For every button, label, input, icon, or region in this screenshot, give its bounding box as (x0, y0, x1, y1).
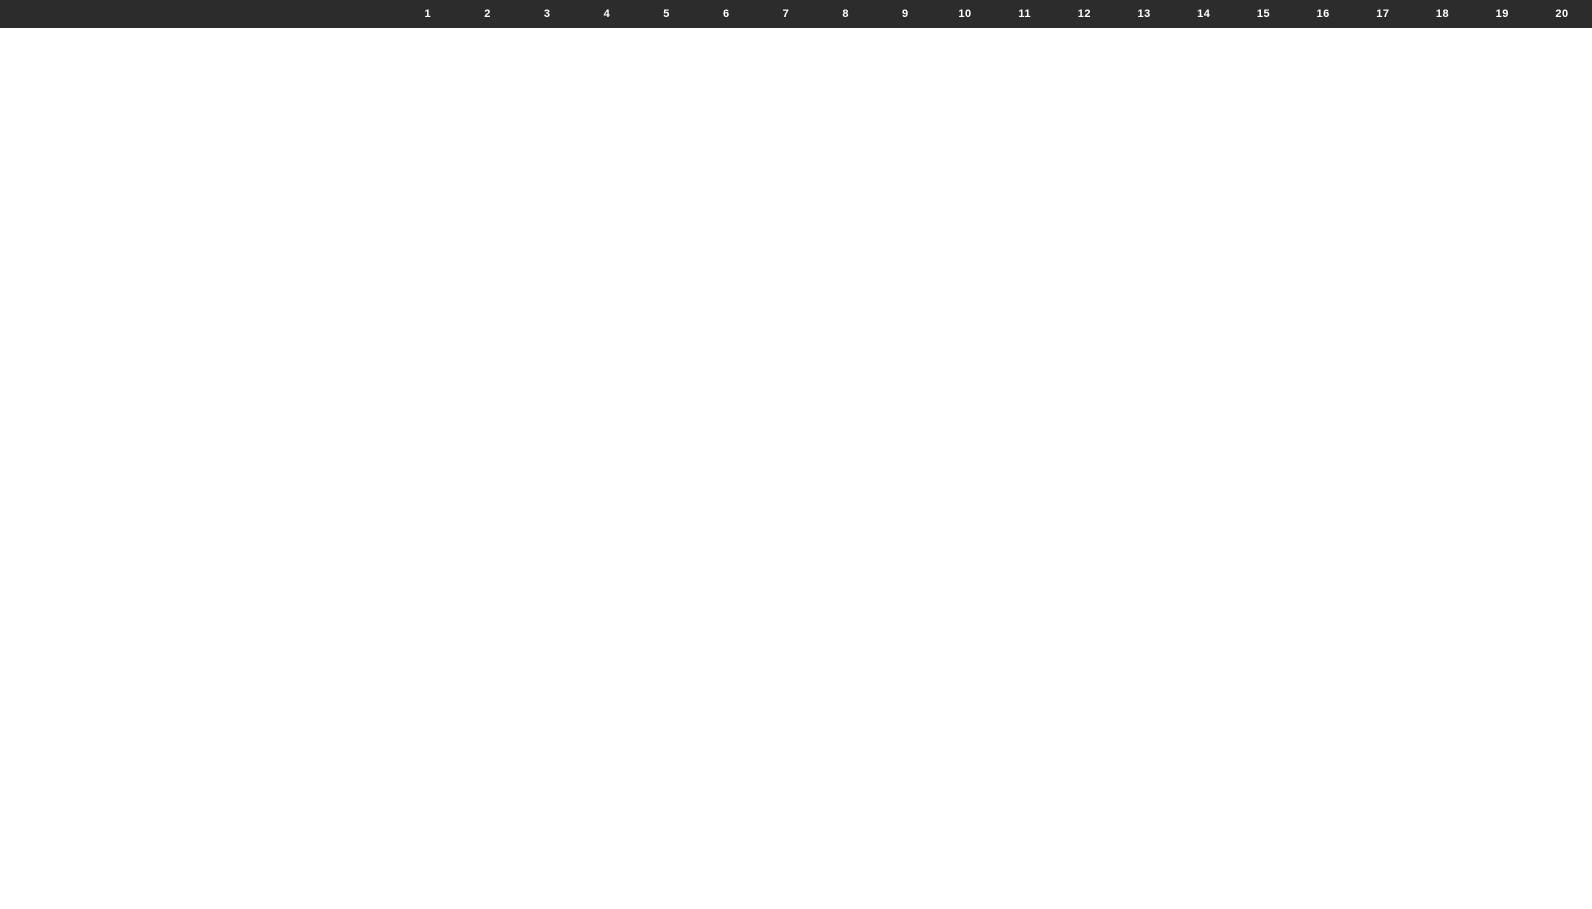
header-global (252, 0, 304, 28)
header-team (32, 0, 252, 28)
header-pos (0, 0, 32, 28)
header-col-2: 2 (458, 0, 518, 28)
header-col-4: 4 (577, 0, 637, 28)
header-col-11: 11 (995, 0, 1055, 28)
header-col-7: 7 (756, 0, 816, 28)
standings-table: 1 2 3 4 5 6 7 8 9 10 11 12 13 14 15 16 1… (0, 0, 1592, 28)
header-col-19: 19 (1472, 0, 1532, 28)
header-rating (346, 0, 398, 28)
header-col-17: 17 (1353, 0, 1413, 28)
header-col-20: 20 (1532, 0, 1592, 28)
header-col-13: 13 (1114, 0, 1174, 28)
header-col-12: 12 (1055, 0, 1115, 28)
header-col-1: 1 (398, 0, 458, 28)
header-rank (304, 0, 346, 28)
header-col-14: 14 (1174, 0, 1234, 28)
header-col-9: 9 (876, 0, 936, 28)
header-col-3: 3 (517, 0, 577, 28)
header-col-6: 6 (696, 0, 756, 28)
header-col-16: 16 (1293, 0, 1353, 28)
header-col-5: 5 (637, 0, 697, 28)
header-col-10: 10 (935, 0, 995, 28)
header-col-8: 8 (816, 0, 876, 28)
header-col-15: 15 (1234, 0, 1294, 28)
header-row: 1 2 3 4 5 6 7 8 9 10 11 12 13 14 15 16 1… (0, 0, 1592, 28)
header-col-18: 18 (1413, 0, 1473, 28)
